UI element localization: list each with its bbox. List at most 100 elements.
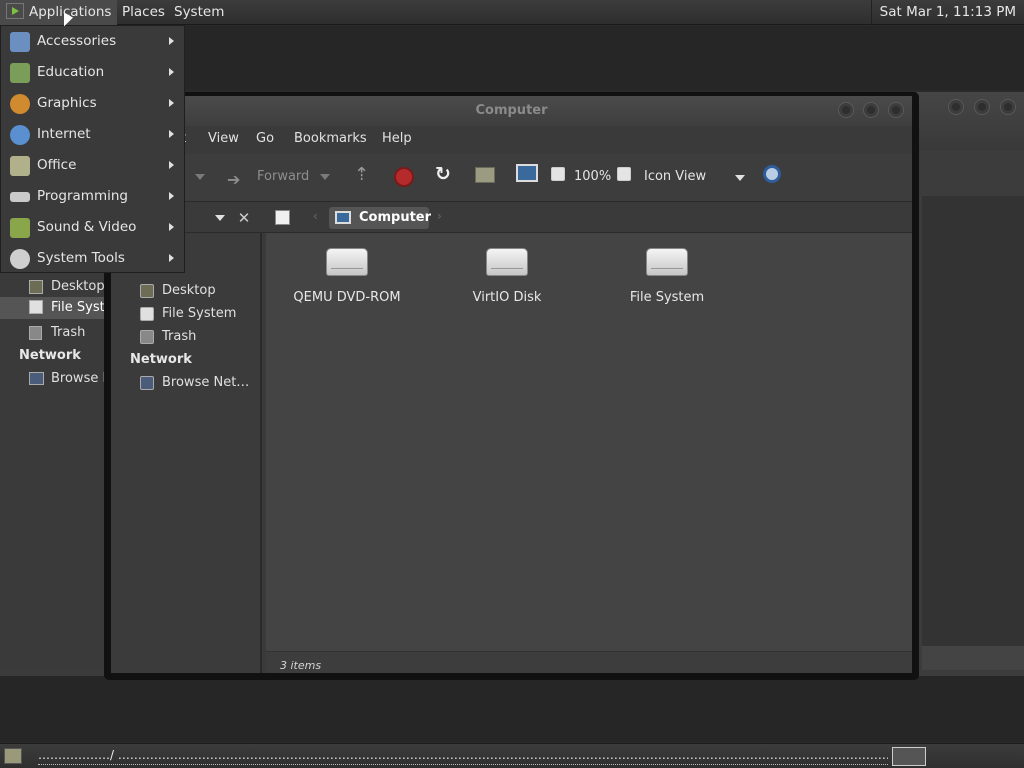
menu-item-label: Graphics: [37, 95, 97, 111]
submenu-arrow-icon: [169, 130, 174, 138]
applications-menu-button[interactable]: Applications: [0, 0, 118, 25]
minimize-icon[interactable]: [948, 99, 964, 115]
system-menu-button[interactable]: System: [168, 0, 230, 25]
sidebar-item-browse-network[interactable]: Browse Net…: [140, 375, 250, 390]
status-bar: 3 items: [266, 651, 912, 673]
filesystem-icon: [29, 300, 43, 314]
window-list[interactable]: ………………/ ………………………………………………………………………………………: [38, 747, 888, 765]
minimize-icon[interactable]: [838, 102, 854, 118]
main-menu-icon: [6, 3, 24, 19]
location-crumb-label: Computer: [359, 210, 432, 225]
menu-bookmarks[interactable]: Bookmarks: [294, 131, 367, 146]
bg-sidebar-item-trash[interactable]: Trash: [29, 325, 86, 340]
home-icon[interactable]: [475, 167, 495, 183]
close-sidebar-icon[interactable]: ✕: [235, 209, 253, 227]
menu-item-system-tools[interactable]: System Tools: [1, 243, 184, 274]
menu-item-label: Office: [37, 157, 77, 173]
forward-history-dropdown-icon[interactable]: [320, 174, 330, 180]
forward-label: Forward: [257, 169, 310, 184]
sidebar-item-label: Desktop: [162, 283, 216, 298]
network-icon: [29, 372, 44, 385]
menu-help[interactable]: Help: [382, 131, 412, 146]
close-icon[interactable]: [1000, 99, 1016, 115]
icon-view[interactable]: QEMU DVD-ROM VirtIO Disk File System: [266, 233, 912, 651]
back-history-dropdown-icon[interactable]: [195, 174, 205, 180]
edit-location-icon[interactable]: [275, 210, 290, 225]
applications-menu: Accessories Education Graphics Internet …: [0, 25, 185, 273]
menu-item-education[interactable]: Education: [1, 57, 184, 88]
maximize-icon[interactable]: [974, 99, 990, 115]
up-arrow-icon[interactable]: ⇡: [354, 164, 369, 185]
menu-item-label: Programming: [37, 188, 128, 204]
view-mode-select[interactable]: Icon View: [641, 162, 751, 192]
menu-item-accessories[interactable]: Accessories: [1, 26, 184, 57]
zoom-out-icon[interactable]: [551, 167, 565, 181]
network-icon: [140, 376, 154, 390]
bg-sidebar-item-file-system[interactable]: File Syste: [0, 297, 113, 319]
bg-sidebar-item-desktop[interactable]: Desktop: [29, 279, 105, 294]
menu-go[interactable]: Go: [256, 131, 274, 146]
search-icon[interactable]: [763, 165, 781, 183]
location-crumb-computer[interactable]: Computer: [329, 207, 432, 229]
workspace-switcher[interactable]: [892, 747, 926, 766]
sidebar-type-dropdown-icon[interactable]: [215, 215, 225, 221]
submenu-arrow-icon: [169, 161, 174, 169]
menu-item-label: Sound & Video: [37, 219, 137, 235]
file-manager-window: Computer t View Go Bookmarks Help ➔ Forw…: [104, 92, 919, 680]
window-titlebar[interactable]: Computer: [111, 96, 912, 126]
bg-sidebar-label: Trash: [51, 325, 86, 340]
submenu-arrow-icon: [169, 37, 174, 45]
forward-arrow-icon: ➔: [227, 170, 241, 189]
zoom-level[interactable]: 100%: [574, 169, 611, 184]
menu-item-programming[interactable]: Programming: [1, 181, 184, 212]
desktop-icon: [140, 284, 154, 298]
clock[interactable]: Sat Mar 1, 11:13 PM: [870, 0, 1020, 25]
menu-item-label: System Tools: [37, 250, 125, 266]
sidebar-item-desktop[interactable]: Desktop: [140, 283, 216, 298]
desktop-icon: [29, 280, 43, 294]
zoom-in-icon[interactable]: [617, 167, 631, 181]
places-sidebar: er 3 Desktop File System Trash Network B…: [111, 233, 262, 673]
sidebar-network-header: Network: [130, 352, 192, 367]
menu-bar: t View Go Bookmarks Help: [111, 126, 912, 154]
office-icon: [10, 156, 30, 176]
status-text: 3 items: [280, 659, 322, 672]
maximize-icon[interactable]: [863, 102, 879, 118]
submenu-arrow-icon: [169, 223, 174, 231]
drive-item[interactable]: VirtIO Disk: [432, 248, 582, 305]
hard-disk-icon: [646, 248, 688, 276]
filesystem-icon: [140, 307, 154, 321]
menu-view[interactable]: View: [208, 131, 239, 146]
internet-icon: [10, 125, 30, 145]
menu-item-label: Education: [37, 64, 105, 80]
location-forward-icon[interactable]: ›: [437, 209, 442, 223]
menu-item-internet[interactable]: Internet: [1, 119, 184, 150]
sound-video-icon: [10, 218, 30, 238]
close-icon[interactable]: [888, 102, 904, 118]
sidebar-item-label: Trash: [162, 329, 197, 344]
background-window-statusbar: [922, 646, 1024, 670]
drive-label: QEMU DVD-ROM: [293, 290, 401, 305]
reload-icon[interactable]: ↻: [435, 163, 451, 185]
places-menu-button[interactable]: Places: [116, 0, 171, 25]
drive-label: File System: [629, 290, 705, 305]
sidebar-item-file-system[interactable]: File System: [140, 306, 237, 321]
menu-item-office[interactable]: Office: [1, 150, 184, 181]
computer-icon[interactable]: [516, 164, 538, 182]
drive-item[interactable]: QEMU DVD-ROM: [272, 248, 422, 305]
computer-icon: [335, 211, 351, 224]
location-bar: ✕ ‹ Computer ›: [111, 203, 912, 233]
drive-label: VirtIO Disk: [472, 290, 542, 305]
menu-item-graphics[interactable]: Graphics: [1, 88, 184, 119]
submenu-arrow-icon: [169, 99, 174, 107]
sidebar-item-label: Browse Net…: [162, 375, 250, 390]
show-desktop-icon[interactable]: [4, 748, 22, 764]
stop-icon[interactable]: [394, 167, 414, 187]
location-back-icon[interactable]: ‹: [313, 209, 318, 223]
sidebar-item-trash[interactable]: Trash: [140, 329, 197, 344]
drive-item[interactable]: File System: [592, 248, 742, 305]
toolbar: ➔ Forward ⇡ ↻ 100% Icon View: [111, 154, 912, 202]
sidebar-item-label: File System: [162, 306, 237, 321]
background-window-right[interactable]: [916, 92, 1024, 676]
menu-item-sound-video[interactable]: Sound & Video: [1, 212, 184, 243]
